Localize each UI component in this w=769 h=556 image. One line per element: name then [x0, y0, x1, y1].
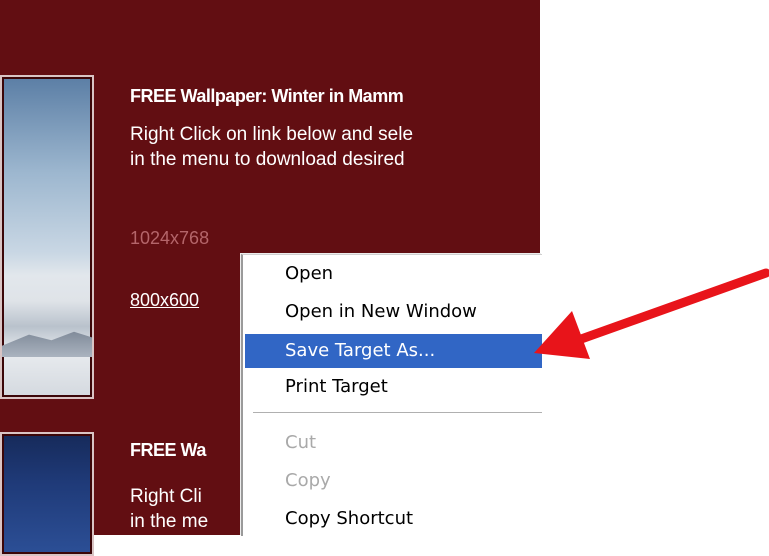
menu-separator: [253, 412, 542, 414]
instructions-line-2: in the menu to download desired: [130, 149, 405, 170]
wallpaper-thumbnail-winter[interactable]: [0, 75, 94, 399]
wallpaper-title: FREE Wallpaper: Winter in Mamm: [130, 86, 404, 106]
download-link-800x600[interactable]: 800x600: [130, 290, 199, 311]
wallpaper-thumbnail-2[interactable]: [0, 432, 94, 556]
menu-item-cut: Cut: [285, 432, 317, 453]
context-menu: Open Open in New Window Save Target As..…: [241, 254, 542, 536]
menu-item-open[interactable]: Open: [245, 257, 542, 291]
red-arrow-icon: [534, 268, 769, 359]
wallpaper-instructions-2: Right Cli in the me: [130, 484, 208, 534]
menu-item-open-new-window[interactable]: Open in New Window: [245, 295, 542, 329]
instructions-2-line-1: Right Cli: [130, 486, 202, 507]
menu-item-save-target-as[interactable]: Save Target As...: [245, 334, 542, 368]
menu-item-print-target[interactable]: Print Target: [245, 370, 542, 404]
menu-item-copy-shortcut[interactable]: Copy Shortcut: [245, 502, 542, 536]
arrow-shaft: [565, 268, 769, 348]
wallpaper-instructions: Right Click on link below and sele in th…: [130, 122, 413, 172]
instructions-line-1: Right Click on link below and sele: [130, 124, 414, 145]
menu-item-copy: Copy: [285, 470, 331, 491]
download-link-1024x768[interactable]: 1024x768: [130, 228, 209, 249]
wallpaper-title-2: FREE Wa: [130, 440, 206, 460]
instructions-2-line-2: in the me: [130, 511, 209, 532]
